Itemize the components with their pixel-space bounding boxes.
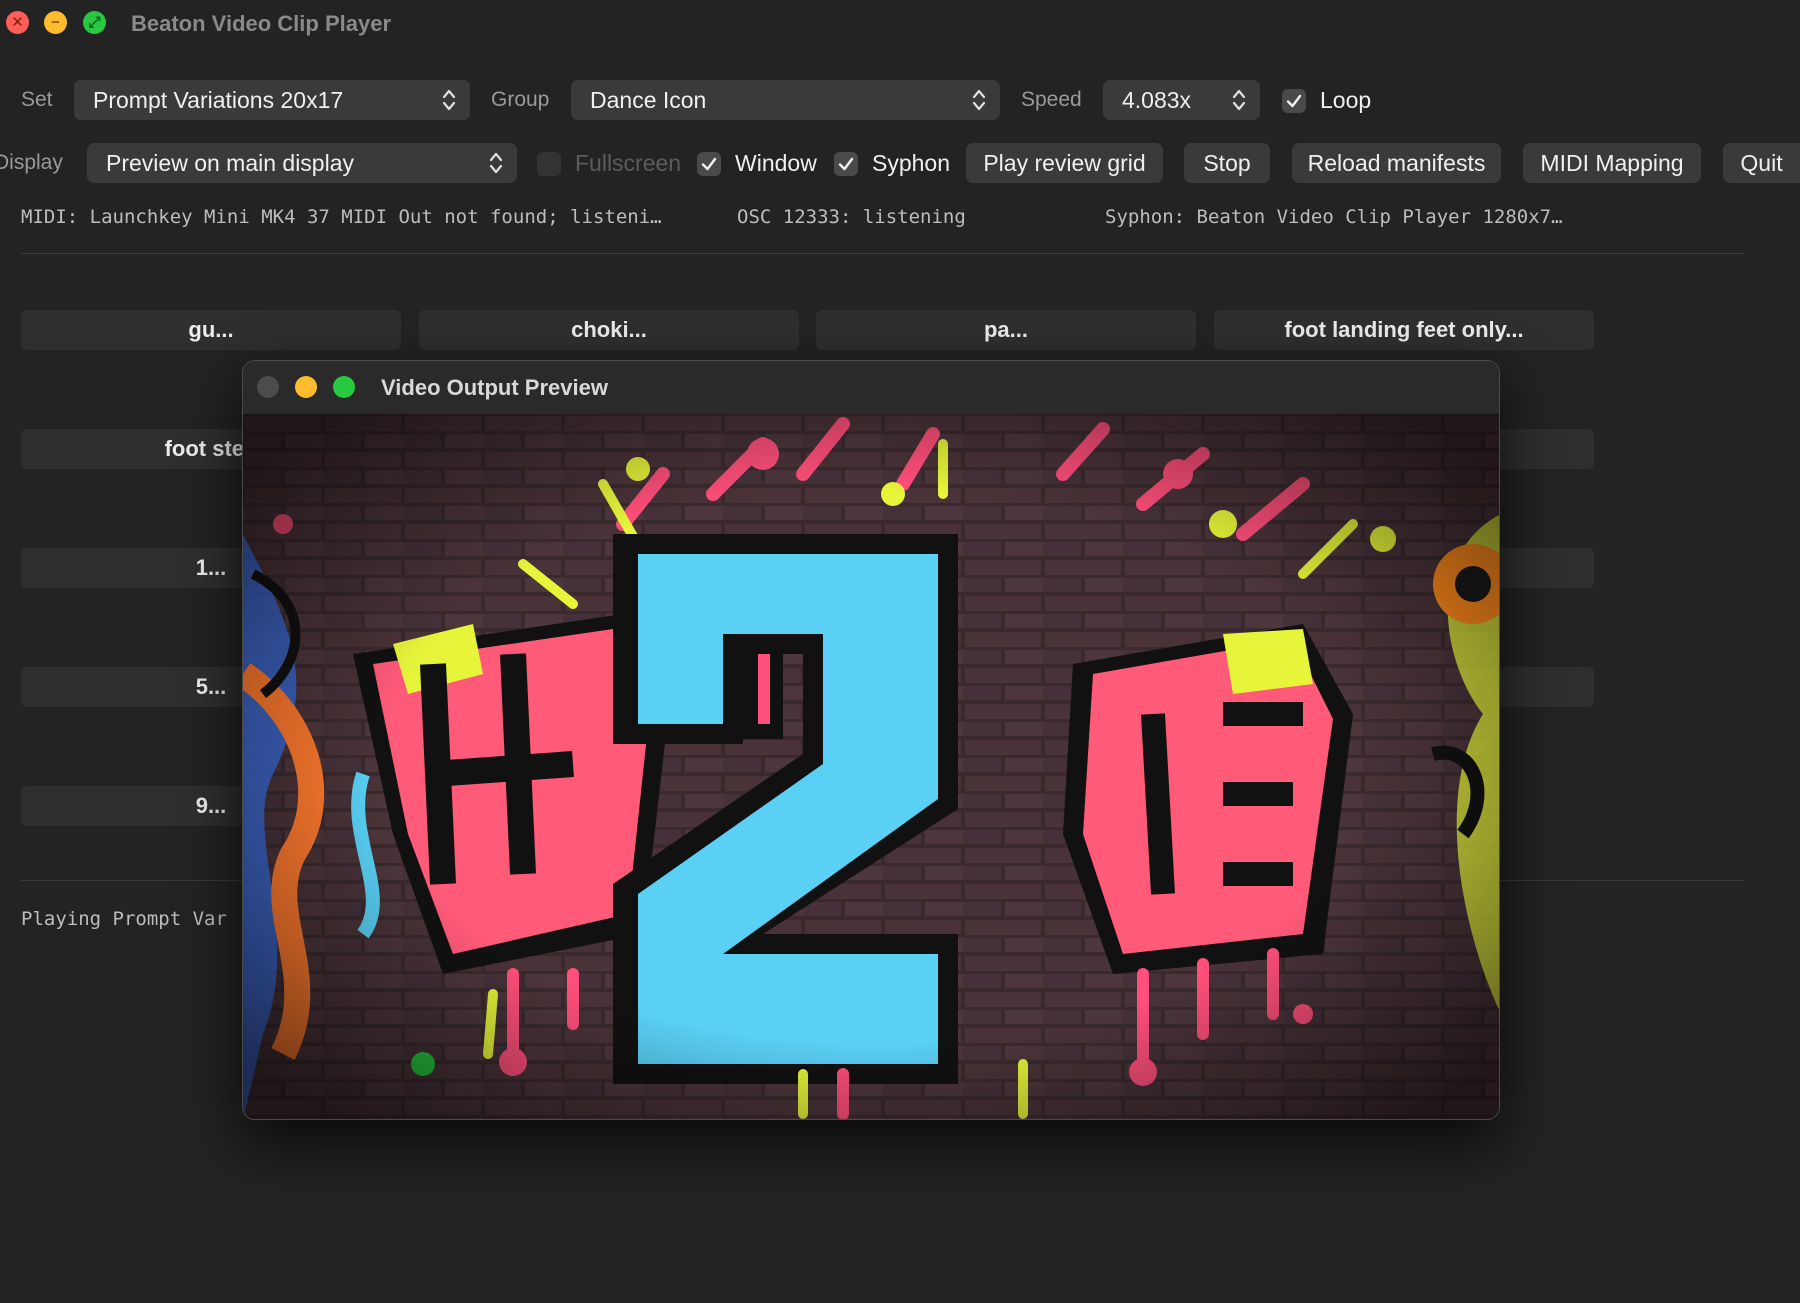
- quit-button[interactable]: Quit: [1723, 143, 1800, 183]
- set-label: Set: [21, 88, 53, 111]
- speed-label: Speed: [1021, 88, 1082, 111]
- fullscreen-label: Fullscreen: [575, 150, 682, 176]
- main-titlebar: ✕ − ⤢ Beaton Video Clip Player: [0, 0, 1800, 48]
- window-title: Beaton Video Clip Player: [131, 11, 392, 36]
- checkmark-icon: [697, 151, 721, 176]
- updown-chevron-icon: [489, 152, 503, 174]
- checkmark-icon: [834, 151, 858, 176]
- syphon-status: Syphon: Beaton Video Clip Player 1280x7…: [1105, 206, 1563, 228]
- checkbox-empty-icon: [537, 151, 561, 176]
- graffiti-2-artwork-icon: [243, 414, 1499, 1119]
- playing-status: Playing Prompt Var: [21, 908, 227, 930]
- set-select[interactable]: Prompt Variations 20x17: [74, 80, 470, 120]
- fullscreen-checkbox[interactable]: Fullscreen: [537, 150, 681, 177]
- updown-chevron-icon: [972, 89, 986, 111]
- midi-status: MIDI: Launchkey Mini MK4 37 MIDI Out not…: [21, 206, 662, 228]
- osc-status: OSC 12333: listening: [737, 206, 966, 228]
- zoom-icon[interactable]: [333, 376, 355, 398]
- preview-titlebar[interactable]: Video Output Preview: [243, 361, 1499, 414]
- clip-button[interactable]: pa...: [816, 310, 1196, 350]
- display-label: Display: [0, 151, 63, 174]
- syphon-label: Syphon: [872, 150, 951, 176]
- minimize-icon[interactable]: [295, 376, 317, 398]
- preview-title: Video Output Preview: [381, 375, 608, 400]
- display-select[interactable]: Preview on main display: [87, 143, 517, 183]
- set-select-value: Prompt Variations 20x17: [93, 86, 344, 113]
- zoom-icon[interactable]: ⤢: [83, 11, 106, 34]
- midi-mapping-button[interactable]: MIDI Mapping: [1523, 143, 1701, 183]
- checkmark-icon: [1282, 88, 1306, 113]
- minimize-icon[interactable]: −: [44, 11, 67, 34]
- play-review-grid-button[interactable]: Play review grid: [966, 143, 1163, 183]
- group-label: Group: [491, 88, 550, 111]
- updown-chevron-icon[interactable]: [1232, 87, 1246, 113]
- group-select-value: Dance Icon: [590, 86, 707, 113]
- updown-chevron-icon: [442, 89, 456, 111]
- clip-button[interactable]: gu...: [21, 310, 401, 350]
- close-icon[interactable]: ✕: [6, 11, 29, 34]
- top-separator: [21, 253, 1744, 254]
- video-output-preview-window[interactable]: Video Output Preview: [242, 360, 1500, 1120]
- display-select-value: Preview on main display: [106, 149, 355, 176]
- speed-value: 4.083x: [1122, 86, 1192, 113]
- stop-button[interactable]: Stop: [1184, 143, 1270, 183]
- reload-manifests-button[interactable]: Reload manifests: [1292, 143, 1501, 183]
- clip-button[interactable]: foot landing feet only...: [1214, 310, 1594, 350]
- window-checkbox[interactable]: Window: [697, 150, 817, 177]
- loop-checkbox[interactable]: Loop: [1282, 87, 1371, 114]
- clip-button[interactable]: choki...: [419, 310, 799, 350]
- group-select[interactable]: Dance Icon: [571, 80, 1000, 120]
- window-label: Window: [735, 150, 817, 176]
- syphon-checkbox[interactable]: Syphon: [834, 150, 950, 177]
- speed-stepper[interactable]: 4.083x: [1103, 80, 1260, 120]
- loop-label: Loop: [1320, 87, 1372, 113]
- close-icon[interactable]: [257, 376, 279, 398]
